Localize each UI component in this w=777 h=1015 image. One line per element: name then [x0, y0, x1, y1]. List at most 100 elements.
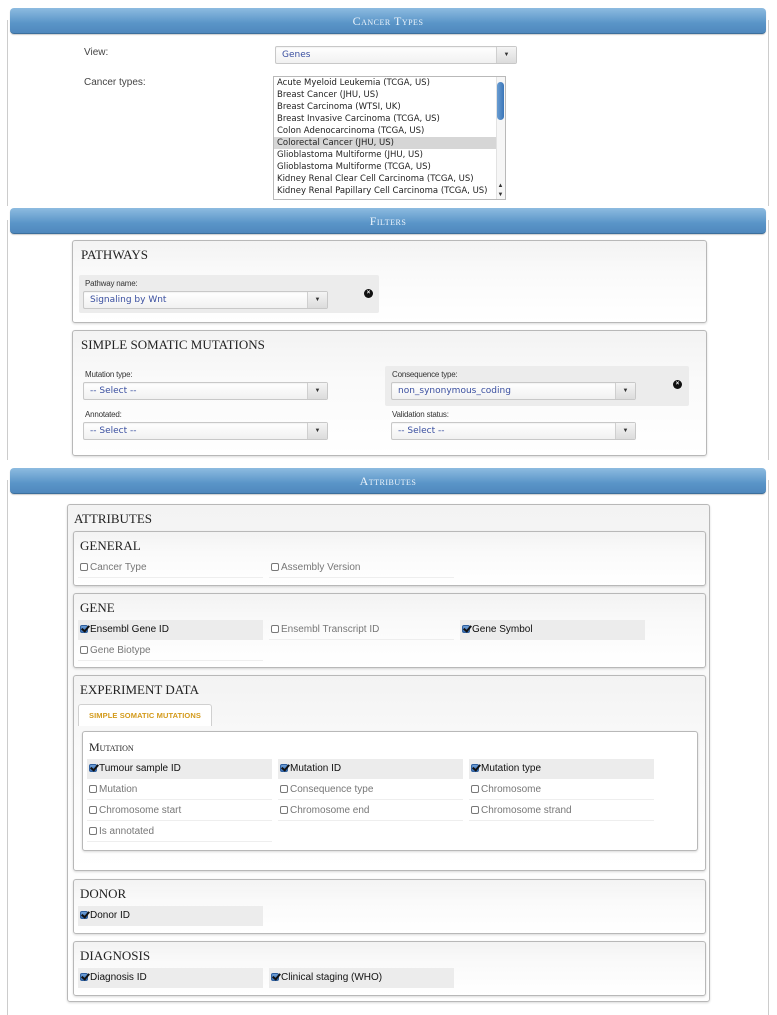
checkbox-unchecked-icon[interactable]: [89, 785, 97, 793]
checkbox-unchecked-icon[interactable]: [471, 785, 479, 793]
consequence-type-select[interactable]: non_synonymous_coding ▼: [391, 382, 636, 400]
pathway-name-select[interactable]: Signaling by Wnt ▼: [83, 291, 328, 309]
validation-status-select[interactable]: -- Select -- ▼: [391, 422, 636, 440]
attribute-label: Chromosome strand: [481, 805, 572, 816]
pathways-title: PATHWAYS: [81, 247, 148, 262]
cancer-type-option[interactable]: Acute Myeloid Leukemia (TCGA, US): [274, 77, 505, 89]
chevron-down-icon[interactable]: ▼: [307, 292, 327, 308]
diagnosis-title: DIAGNOSIS: [80, 948, 151, 963]
annotated-select[interactable]: -- Select -- ▼: [83, 422, 328, 440]
attribute-label: Gene Symbol: [472, 624, 533, 635]
checkbox-unchecked-icon[interactable]: [80, 563, 88, 571]
checkbox-unchecked-icon[interactable]: [271, 625, 279, 633]
attribute-checkbox[interactable]: Mutation type: [469, 759, 654, 779]
mutation-type-select[interactable]: -- Select -- ▼: [83, 382, 328, 400]
general-title: GENERAL: [80, 538, 141, 553]
attribute-checkbox[interactable]: Donor ID: [78, 906, 263, 926]
attribute-checkbox[interactable]: Gene Symbol: [460, 620, 645, 640]
attribute-checkbox[interactable]: Tumour sample ID: [87, 759, 272, 779]
attribute-label: Is annotated: [99, 826, 155, 837]
checkbox-unchecked-icon[interactable]: [471, 806, 479, 814]
attribute-label: Clinical staging (WHO): [281, 972, 383, 983]
attribute-label: Mutation: [99, 784, 138, 795]
cancer-types-header[interactable]: Cancer Types: [10, 8, 766, 34]
cancer-type-option[interactable]: Breast Invasive Carcinoma (TCGA, US): [274, 113, 505, 125]
attribute-checkbox[interactable]: Gene Biotype: [78, 641, 263, 661]
cancer-type-option[interactable]: Kidney Renal Clear Cell Carcinoma (TCGA,…: [274, 173, 505, 185]
view-select[interactable]: Genes ▼: [275, 46, 517, 64]
chevron-down-icon[interactable]: ▼: [307, 423, 327, 439]
checkbox-checked-icon[interactable]: [80, 911, 88, 919]
attribute-checkbox[interactable]: Diagnosis ID: [78, 968, 263, 988]
attribute-label: Donor ID: [90, 910, 131, 921]
checkbox-unchecked-icon[interactable]: [89, 827, 97, 835]
attribute-checkbox[interactable]: Mutation ID: [278, 759, 463, 779]
chevron-down-icon[interactable]: ▼: [615, 423, 635, 439]
checkbox-unchecked-icon[interactable]: [89, 806, 97, 814]
checkbox-unchecked-icon[interactable]: [271, 563, 279, 571]
cancer-type-option[interactable]: Glioblastoma Multiforme (JHU, US): [274, 149, 505, 161]
scroll-down-arrow-icon[interactable]: ▼: [497, 192, 504, 198]
attribute-checkbox[interactable]: Ensembl Transcript ID: [269, 620, 454, 640]
checkbox-checked-icon[interactable]: [280, 764, 288, 772]
annotated-label: Annotated:: [85, 410, 122, 419]
mutation-type-label: Mutation type:: [85, 370, 133, 379]
attribute-checkbox[interactable]: Mutation: [87, 780, 272, 800]
cancer-type-option[interactable]: Colon Adenocarcinoma (TCGA, US): [274, 125, 505, 137]
attributes-header[interactable]: Attributes: [10, 468, 766, 494]
attribute-checkbox[interactable]: Clinical staging (WHO): [269, 968, 454, 988]
checkbox-checked-icon[interactable]: [271, 973, 279, 981]
scrollbar-thumb[interactable]: [497, 82, 504, 120]
remove-filter-icon[interactable]: ×: [364, 289, 373, 298]
checkbox-checked-icon[interactable]: [462, 625, 470, 633]
attribute-checkbox[interactable]: Chromosome strand: [469, 801, 654, 821]
attribute-label: Chromosome: [481, 784, 542, 795]
chevron-down-icon[interactable]: ▼: [496, 47, 516, 63]
validation-status-value: -- Select --: [398, 426, 445, 436]
remove-filter-icon[interactable]: ×: [673, 380, 682, 389]
scroll-up-arrow-icon[interactable]: ▲: [497, 183, 504, 189]
ssm-title: SIMPLE SOMATIC MUTATIONS: [81, 337, 265, 352]
chevron-down-icon[interactable]: ▼: [615, 383, 635, 399]
cancer-type-option[interactable]: Colorectal Cancer (JHU, US): [274, 137, 505, 149]
cancer-type-option[interactable]: Breast Cancer (JHU, US): [274, 89, 505, 101]
validation-status-label: Validation status:: [392, 410, 449, 419]
mutation-panel: Mutation Tumour sample ID Mutation ID Muta…: [82, 731, 698, 851]
attributes-title: ATTRIBUTES: [74, 511, 152, 526]
attribute-label: Ensembl Transcript ID: [281, 624, 380, 635]
attribute-checkbox[interactable]: Is annotated: [87, 822, 272, 842]
attribute-checkbox[interactable]: Ensembl Gene ID: [78, 620, 263, 640]
attribute-checkbox[interactable]: Chromosome: [469, 780, 654, 800]
mutation-type-value: -- Select --: [90, 386, 137, 396]
filters-header[interactable]: Filters: [10, 208, 766, 234]
cancer-type-option[interactable]: Kidney Renal Papillary Cell Carcinoma (T…: [274, 185, 505, 197]
attribute-label: Chromosome start: [99, 805, 182, 816]
checkbox-checked-icon[interactable]: [89, 764, 97, 772]
attribute-label: Tumour sample ID: [99, 763, 181, 774]
cancer-type-option[interactable]: Breast Carcinoma (WTSI, UK): [274, 101, 505, 113]
gene-panel: GENE Ensembl Gene ID Ensembl Transcript I…: [73, 593, 706, 668]
attribute-label: Cancer Type: [90, 562, 147, 573]
diagnosis-panel: DIAGNOSIS Diagnosis ID Clinical staging (…: [73, 941, 706, 996]
attribute-checkbox[interactable]: Assembly Version: [269, 558, 454, 578]
chevron-down-icon[interactable]: ▼: [307, 383, 327, 399]
consequence-type-label: Consequence type:: [392, 370, 458, 379]
cancer-type-option[interactable]: Glioblastoma Multiforme (TCGA, US): [274, 161, 505, 173]
checkbox-checked-icon[interactable]: [80, 973, 88, 981]
consequence-type-value: non_synonymous_coding: [398, 386, 511, 396]
checkbox-unchecked-icon[interactable]: [80, 646, 88, 654]
tab-simple-somatic-mutations[interactable]: SIMPLE SOMATIC MUTATIONS: [78, 704, 212, 726]
pathway-name-value: Signaling by Wnt: [90, 295, 167, 305]
checkbox-unchecked-icon[interactable]: [280, 785, 288, 793]
annotated-value: -- Select --: [90, 426, 137, 436]
checkbox-unchecked-icon[interactable]: [280, 806, 288, 814]
cancer-types-listbox[interactable]: Acute Myeloid Leukemia (TCGA, US) Breast …: [273, 76, 506, 200]
attribute-checkbox[interactable]: Cancer Type: [78, 558, 263, 578]
checkbox-checked-icon[interactable]: [471, 764, 479, 772]
checkbox-checked-icon[interactable]: [80, 625, 88, 633]
listbox-scrollbar[interactable]: ▲ ▼: [496, 77, 505, 199]
view-label: View:: [84, 47, 109, 58]
attribute-checkbox[interactable]: Consequence type: [278, 780, 463, 800]
attribute-checkbox[interactable]: Chromosome end: [278, 801, 463, 821]
attribute-checkbox[interactable]: Chromosome start: [87, 801, 272, 821]
